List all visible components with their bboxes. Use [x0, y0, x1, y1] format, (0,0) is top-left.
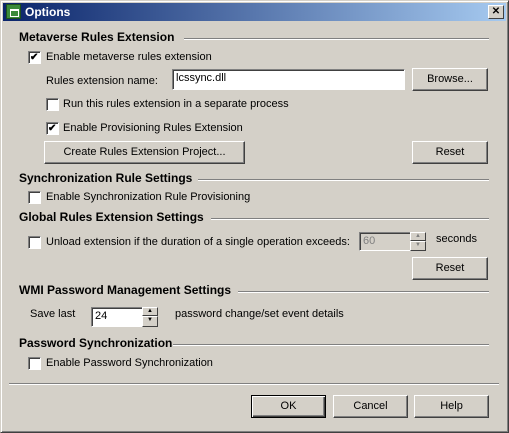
sync-rule-section-divider: [198, 179, 489, 181]
title-bar[interactable]: Options ✕: [3, 3, 506, 21]
close-icon: ✕: [491, 6, 501, 17]
enable-metaverse-rules-label[interactable]: Enable metaverse rules extension: [46, 51, 212, 63]
enable-provisioning-label[interactable]: Enable Provisioning Rules Extension: [63, 122, 243, 134]
unload-extension-label[interactable]: Unload extension if the duration of a si…: [46, 236, 350, 248]
separate-process-label[interactable]: Run this rules extension in a separate p…: [63, 98, 289, 110]
password-sync-section-divider: [173, 344, 489, 346]
create-rules-extension-project-button[interactable]: Create Rules Extension Project...: [44, 141, 245, 164]
spin-up-icon[interactable]: ▲: [142, 307, 158, 316]
global-rules-reset-button[interactable]: Reset: [412, 257, 488, 280]
metaverse-reset-button[interactable]: Reset: [412, 141, 488, 164]
enable-provisioning-checkbox[interactable]: [46, 122, 59, 135]
unload-duration-spinner[interactable]: ▲ ▼: [410, 232, 426, 251]
browse-button[interactable]: Browse...: [412, 68, 488, 91]
global-rules-section-divider: [211, 218, 489, 220]
sync-rule-section-title: Synchronization Rule Settings: [19, 171, 193, 185]
spin-down-icon[interactable]: ▼: [410, 241, 426, 251]
save-last-input[interactable]: 24: [91, 307, 144, 327]
unload-duration-input[interactable]: 60: [359, 232, 412, 251]
spin-up-icon[interactable]: ▲: [410, 232, 426, 241]
options-dialog: Options ✕ Metaverse Rules Extension Enab…: [0, 0, 509, 433]
event-details-label: password change/set event details: [175, 308, 344, 320]
spin-down-icon[interactable]: ▼: [142, 316, 158, 327]
enable-sync-rule-provisioning-label[interactable]: Enable Synchronization Rule Provisioning: [46, 191, 250, 203]
wmi-section-title: WMI Password Management Settings: [19, 283, 232, 297]
save-last-label: Save last: [30, 308, 76, 320]
close-button[interactable]: ✕: [488, 5, 504, 19]
rules-extension-name-label: Rules extension name:: [46, 75, 158, 87]
cancel-button[interactable]: Cancel: [333, 395, 408, 418]
ok-button[interactable]: OK: [251, 395, 326, 418]
enable-password-sync-label[interactable]: Enable Password Synchronization: [46, 357, 213, 369]
metaverse-section-divider: [184, 38, 489, 40]
app-icon: [6, 4, 21, 19]
enable-metaverse-rules-checkbox[interactable]: [28, 51, 41, 64]
rules-extension-name-input[interactable]: lcssync.dll: [172, 69, 405, 90]
window-title: Options: [25, 5, 71, 19]
seconds-label: seconds: [436, 233, 477, 245]
wmi-section-divider: [238, 291, 489, 293]
help-button[interactable]: Help: [414, 395, 489, 418]
password-sync-section-title: Password Synchronization: [19, 336, 173, 350]
enable-sync-rule-provisioning-checkbox[interactable]: [28, 191, 41, 204]
unload-extension-checkbox[interactable]: [28, 236, 41, 249]
save-last-spinner[interactable]: ▲ ▼: [142, 307, 158, 327]
separate-process-checkbox[interactable]: [46, 98, 59, 111]
footer-divider: [9, 383, 499, 385]
metaverse-section-title: Metaverse Rules Extension: [19, 30, 175, 44]
global-rules-section-title: Global Rules Extension Settings: [19, 210, 204, 224]
enable-password-sync-checkbox[interactable]: [28, 357, 41, 370]
